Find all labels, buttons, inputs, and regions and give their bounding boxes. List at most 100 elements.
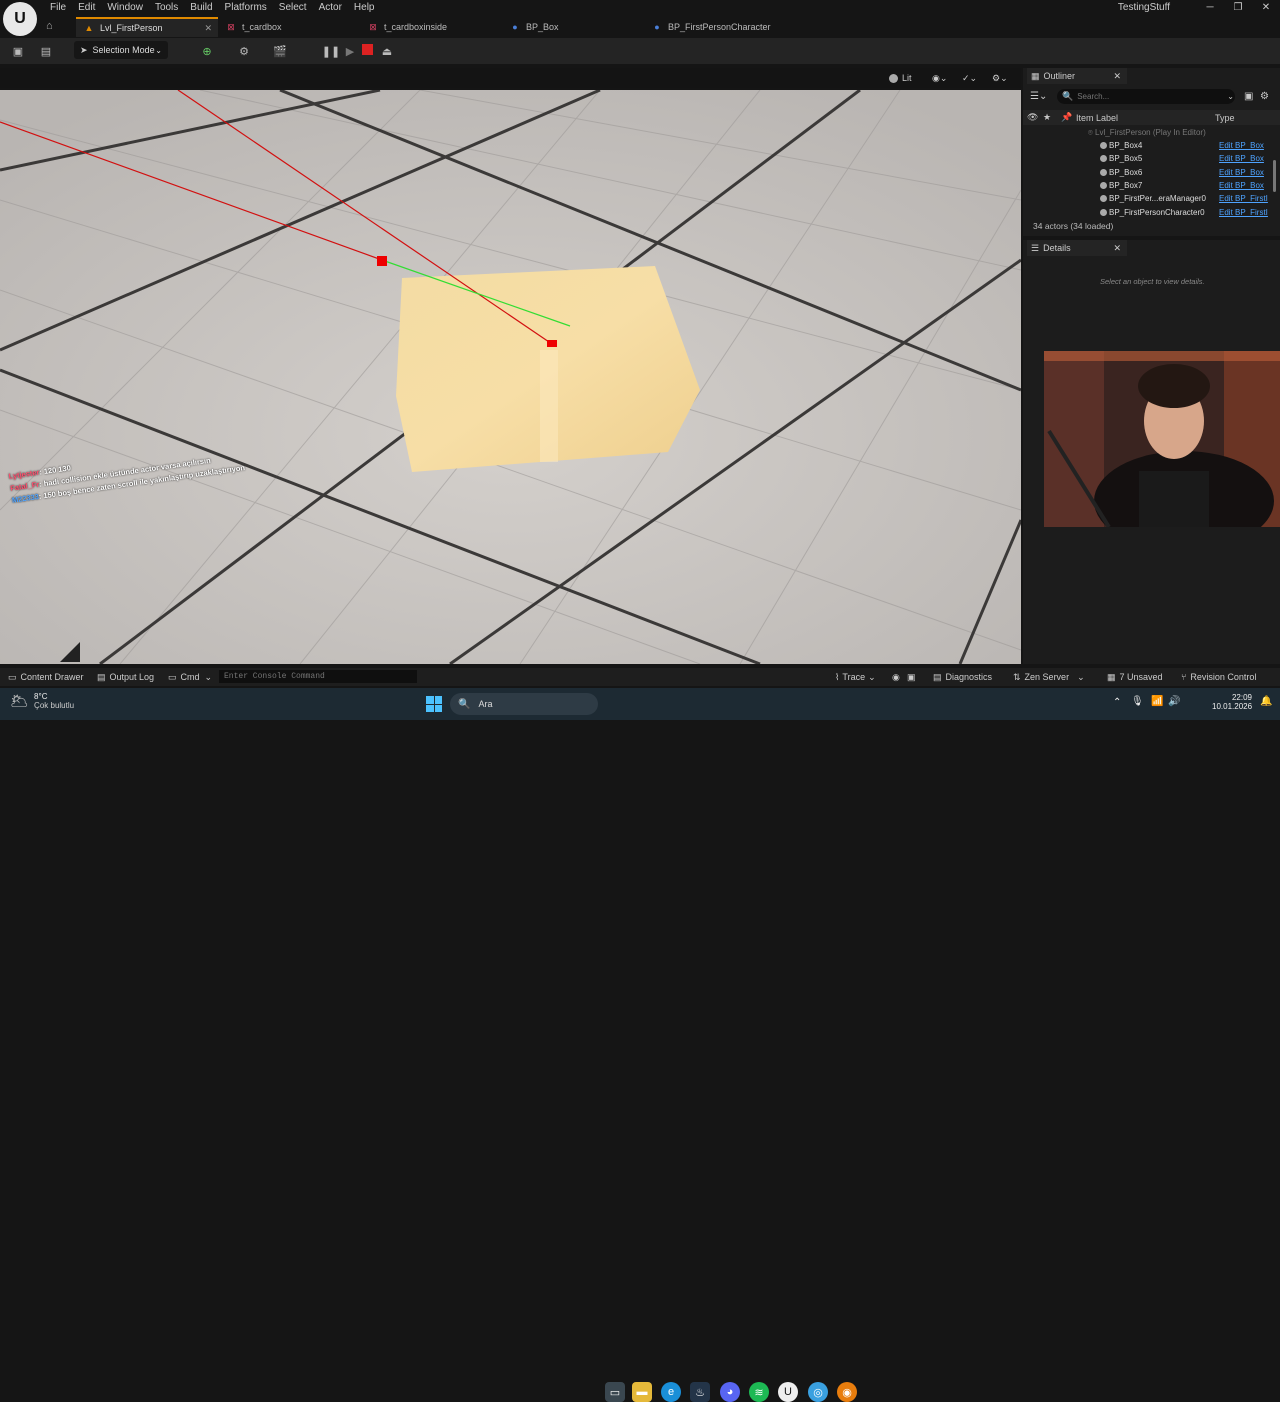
close-icon[interactable]: ✕ xyxy=(204,23,212,34)
tab-1[interactable]: ⊠ t_cardbox xyxy=(218,17,360,37)
trace-icon: ⌇ xyxy=(835,671,840,682)
taskbar-search[interactable]: 🔍 Ara xyxy=(450,693,598,715)
outliner-row[interactable]: BP_Box4 Edit BP_Box xyxy=(1024,139,1272,152)
edge-icon[interactable]: e xyxy=(661,1382,681,1402)
output-log-button[interactable]: ▤ Output Log xyxy=(97,672,154,683)
cmd-dropdown[interactable]: ▭ Cmd ⌄ xyxy=(168,672,212,683)
clock[interactable]: 22:09 10.01.2026 xyxy=(1212,693,1252,711)
file-explorer-icon[interactable]: ▬ xyxy=(632,1382,652,1402)
microphone-icon[interactable]: 🎙 xyxy=(1131,696,1144,707)
task-view-icon[interactable]: ▭ xyxy=(605,1382,625,1402)
menu-window[interactable]: Window xyxy=(101,1,149,15)
close-icon[interactable]: ✕ xyxy=(1113,243,1121,254)
content-drawer-icon: ▭ xyxy=(8,671,17,682)
content-browser-icon[interactable]: ▤ xyxy=(38,41,54,61)
volume-icon[interactable]: 🔊 xyxy=(1168,696,1180,707)
outliner-root-item[interactable]: ⌾ Lvl_FirstPerson (Play In Editor) xyxy=(1088,128,1206,138)
unsaved-button[interactable]: ▦ 7 Unsaved xyxy=(1107,672,1163,683)
actor-icon xyxy=(1100,208,1107,216)
steam-icon[interactable]: ♨ xyxy=(690,1382,710,1402)
settings-icon[interactable]: ⚙⌄ xyxy=(992,71,1008,85)
eject-icon[interactable]: ⏏ xyxy=(380,41,394,61)
tab-0[interactable]: ▲ Lvl_FirstPerson ✕ xyxy=(76,17,218,37)
outliner-row[interactable]: BP_FirstPersonCharacter0 Edit BP_FirstI xyxy=(1024,206,1272,219)
pin-column-icon[interactable]: 📌 xyxy=(1061,112,1072,123)
outliner-row[interactable]: BP_Box6 Edit BP_Box xyxy=(1024,166,1272,179)
cinematics-icon[interactable]: 🎬 xyxy=(268,41,292,61)
edit-blueprint-link[interactable]: Edit BP_FirstI xyxy=(1219,194,1271,203)
item-label-header[interactable]: Item Label xyxy=(1076,113,1118,123)
window-controls: ─ ❐ ✕ xyxy=(1196,0,1280,16)
zen-server-dropdown[interactable]: ⇅ Zen Server ⌄ xyxy=(1013,672,1085,683)
add-folder-icon[interactable]: ▣ xyxy=(1244,91,1253,102)
minimize-icon[interactable]: ─ xyxy=(1196,0,1224,16)
content-drawer-button[interactable]: ▭ Content Drawer xyxy=(8,672,84,683)
menu-tools[interactable]: Tools xyxy=(149,1,184,15)
chevron-down-icon: ⌄ xyxy=(204,671,213,682)
level-viewport[interactable]: Lytjester: 120 130 Fatal_Fr: hadi collisi… xyxy=(0,90,1021,664)
actor-icon xyxy=(1100,168,1107,176)
weather-widget[interactable]: 🌥 8°C Çok bulutlu xyxy=(10,692,74,710)
discord-icon[interactable]: ◕ xyxy=(720,1382,740,1402)
notification-icon[interactable]: 🔔 xyxy=(1260,696,1272,707)
outliner-row[interactable]: BP_Box5 Edit BP_Box xyxy=(1024,152,1272,165)
record-icon[interactable]: ◉ xyxy=(892,672,900,683)
edit-blueprint-link[interactable]: Edit BP_FirstI xyxy=(1219,208,1271,217)
edit-blueprint-link[interactable]: Edit BP_Box xyxy=(1219,168,1271,177)
menu-help[interactable]: Help xyxy=(348,1,381,15)
outliner-row[interactable]: BP_Box7 Edit BP_Box xyxy=(1024,179,1272,192)
show-icon[interactable]: ◉⌄ xyxy=(932,71,947,85)
snapshot-icon[interactable]: ▣ xyxy=(907,672,916,683)
type-header[interactable]: Type xyxy=(1215,113,1235,123)
spotify-icon[interactable]: ≋ xyxy=(749,1382,769,1402)
edit-blueprint-link[interactable]: Edit BP_Box xyxy=(1219,141,1271,150)
step-icon[interactable]: ▶ xyxy=(343,41,357,61)
outliner-search[interactable]: 🔍 ⌄ xyxy=(1057,89,1235,104)
save-icon[interactable]: ▣ xyxy=(10,41,26,61)
favorite-column-icon[interactable]: ★ xyxy=(1043,112,1051,123)
unreal-engine-icon[interactable]: U xyxy=(778,1382,798,1402)
visibility-column-icon[interactable]: 👁 xyxy=(1027,112,1038,123)
menu-select[interactable]: Select xyxy=(273,1,313,15)
menu-platforms[interactable]: Platforms xyxy=(219,1,273,15)
tray-chevron-icon[interactable]: ⌃ xyxy=(1113,697,1121,708)
restore-icon[interactable]: ❐ xyxy=(1224,0,1252,16)
unreal-logo-icon[interactable]: U xyxy=(3,2,37,36)
menu-build[interactable]: Build xyxy=(184,1,218,15)
add-actor-icon[interactable]: ⊕ xyxy=(195,41,219,61)
blueprint-icon[interactable]: ⚙ xyxy=(232,41,256,61)
menu-file[interactable]: File xyxy=(44,1,72,15)
tab-3[interactable]: ● BP_Box xyxy=(502,17,644,37)
selection-mode-dropdown[interactable]: ➤ Selection Mode ⌄ xyxy=(74,41,168,59)
outliner-row[interactable]: BP_FirstPer...eraManager0 Edit BP_FirstI xyxy=(1024,192,1272,205)
close-icon[interactable]: ✕ xyxy=(1252,0,1280,16)
close-icon[interactable]: ✕ xyxy=(1113,71,1121,82)
outliner-settings-icon[interactable]: ⚙ xyxy=(1260,91,1269,102)
menu-actor[interactable]: Actor xyxy=(313,1,348,15)
app-icon[interactable]: ◎ xyxy=(808,1382,828,1402)
tab-4[interactable]: ● BP_FirstPersonCharacter xyxy=(644,17,786,37)
blender-icon[interactable]: ◉ xyxy=(837,1382,857,1402)
filter-icon[interactable]: ☰⌄ xyxy=(1030,91,1047,102)
details-tab[interactable]: ☰ Details ✕ xyxy=(1027,240,1127,256)
start-icon[interactable] xyxy=(426,696,442,712)
edit-blueprint-link[interactable]: Edit BP_Box xyxy=(1219,154,1271,163)
performance-icon[interactable]: ✓⌄ xyxy=(962,71,977,85)
trace-dropdown[interactable]: ⌇ Trace ⌄ xyxy=(835,672,876,683)
edit-blueprint-link[interactable]: Edit BP_Box xyxy=(1219,181,1271,190)
revision-control-button[interactable]: ⑂ Revision Control xyxy=(1181,672,1256,682)
diagnostics-button[interactable]: ▤ Diagnostics xyxy=(933,672,992,683)
tab-2[interactable]: ⊠ t_cardboxinside xyxy=(360,17,502,37)
outliner-tab[interactable]: ▦ Outliner ✕ xyxy=(1027,68,1127,84)
menu-edit[interactable]: Edit xyxy=(72,1,101,15)
webcam-feed xyxy=(1044,351,1280,527)
pause-icon[interactable]: ❚❚ xyxy=(322,41,340,61)
home-icon[interactable]: ⌂ xyxy=(46,20,60,34)
search-input[interactable] xyxy=(1077,92,1228,101)
stop-icon[interactable] xyxy=(362,44,373,55)
outliner-scrollbar[interactable] xyxy=(1273,160,1276,192)
weather-desc: Çok bulutlu xyxy=(34,701,75,710)
console-input[interactable] xyxy=(219,670,417,683)
wifi-icon[interactable]: 📶 xyxy=(1151,696,1163,707)
lit-mode-button[interactable]: Lit xyxy=(889,71,912,85)
